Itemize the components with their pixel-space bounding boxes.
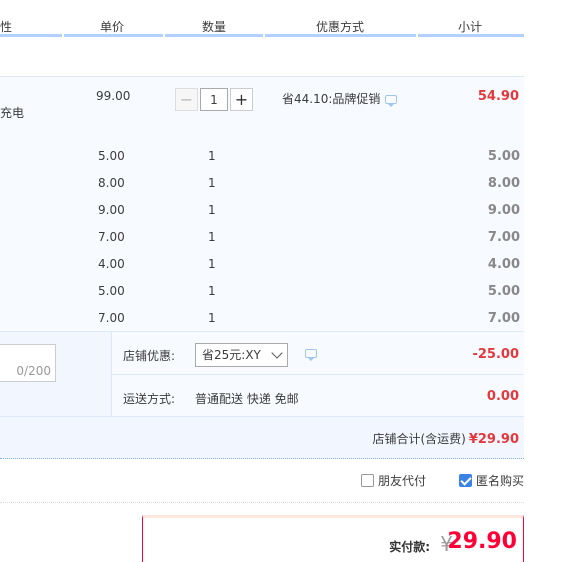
col-subtotal: 小计 [458, 20, 483, 34]
item-qty: 1 [208, 176, 216, 190]
col-discount: 优惠方式 [316, 20, 365, 34]
item-price: 9.00 [98, 203, 125, 217]
friend-pay-option[interactable]: 朋友代付 [361, 472, 426, 489]
item-subtotal: 5.00 [487, 284, 520, 299]
item-subtotal: 9.00 [487, 203, 520, 218]
chevron-down-icon [271, 347, 283, 359]
decrease-button[interactable]: − [175, 88, 198, 111]
item-price: 99.00 [96, 89, 131, 103]
increase-button[interactable]: + [230, 88, 253, 111]
header-divider [163, 34, 165, 37]
item-subtotal: 54.90 [477, 89, 519, 104]
shop-discount-amount: -25.00 [472, 347, 519, 362]
quantity-stepper: − 1 + [175, 88, 253, 111]
table-row: 5.00 1 5.00 [0, 149, 524, 176]
header-divider [416, 34, 418, 37]
table-row: 9.00 1 9.00 [0, 203, 524, 230]
shipping-label: 运送方式: [123, 392, 176, 406]
table-row: 8.00 1 8.00 [0, 176, 524, 203]
table-row: 7.00 1 7.00 [0, 230, 524, 257]
item-subtotal: 4.00 [487, 257, 520, 272]
order-services: 0/200 店铺优惠: 省25元:XY -25.00 运送方式: 普通配送 快递… [0, 331, 524, 417]
item-price: 5.00 [98, 149, 125, 163]
item-price: 4.00 [98, 257, 125, 271]
payment-amount: 29.90 [447, 529, 517, 554]
item-qty: 1 [208, 311, 216, 325]
cart-header: 性 单价 数量 优惠方式 小计 [0, 0, 524, 37]
item-subtotal: 7.00 [487, 311, 520, 326]
item-subtotal: 8.00 [487, 176, 520, 191]
table-row: 5.00 1 5.00 [0, 284, 524, 311]
payment-label: 实付款: [389, 540, 430, 554]
item-qty: 1 [208, 149, 216, 163]
promo-label: 省44.10:品牌促销 [282, 92, 381, 106]
item-name: 充电 [0, 106, 25, 120]
item-qty: 1 [208, 284, 216, 298]
shop-total-label: 店铺合计(含运费) [372, 432, 466, 446]
item-qty: 1 [208, 257, 216, 271]
message-textarea[interactable]: 0/200 [0, 344, 56, 382]
item-price: 7.00 [98, 311, 125, 325]
friend-pay-label: 朋友代付 [378, 474, 427, 488]
message-counter: 0/200 [16, 364, 51, 378]
shop-discount-select[interactable]: 省25元:XY [195, 343, 288, 367]
anonymous-option[interactable]: 匿名购买 [459, 472, 524, 489]
chat-icon[interactable] [305, 349, 317, 361]
item-qty: 1 [208, 230, 216, 244]
item-qty: 1 [208, 203, 216, 217]
shop-total: 店铺合计(含运费) ¥29.90 [372, 430, 519, 447]
anonymous-checkbox[interactable] [459, 474, 472, 487]
col-quantity: 数量 [202, 20, 227, 34]
table-row: 4.00 1 4.00 [0, 257, 524, 284]
order-items: 99.00 充电 − 1 + 省44.10:品牌促销 54.90 5.00 1 … [0, 76, 524, 332]
shop-discount-row: 店铺优惠: 省25元:XY -25.00 [112, 332, 524, 375]
payment-summary: 实付款: ¥ 29.90 [142, 515, 524, 562]
anonymous-label: 匿名购买 [476, 474, 525, 488]
col-attributes: 性 [0, 20, 13, 34]
shop-total-amount: ¥29.90 [468, 432, 519, 447]
item-price: 7.00 [98, 230, 125, 244]
header-divider [62, 34, 64, 37]
header-divider [263, 34, 265, 37]
chat-icon[interactable] [385, 95, 398, 107]
item-subtotal: 5.00 [487, 149, 520, 164]
item-subtotal: 7.00 [487, 230, 520, 245]
checkout-options: 朋友代付 匿名购买 [0, 459, 524, 503]
shop-discount-label: 店铺优惠: [123, 349, 176, 363]
shipping-row: 运送方式: 普通配送 快递 免邮 0.00 [112, 375, 524, 417]
friend-pay-checkbox[interactable] [361, 474, 374, 487]
quantity-input[interactable]: 1 [200, 88, 228, 111]
col-price: 单价 [100, 20, 125, 34]
shipping-method: 普通配送 快递 免邮 [195, 392, 299, 406]
item-price: 8.00 [98, 176, 125, 190]
shop-discount-value: 省25元:XY [202, 348, 261, 362]
shop-total-row: 店铺合计(含运费) ¥29.90 [0, 416, 524, 459]
shipping-fee: 0.00 [486, 389, 519, 404]
promo-text: 省44.10:品牌促销 [282, 90, 398, 107]
item-price: 5.00 [98, 284, 125, 298]
